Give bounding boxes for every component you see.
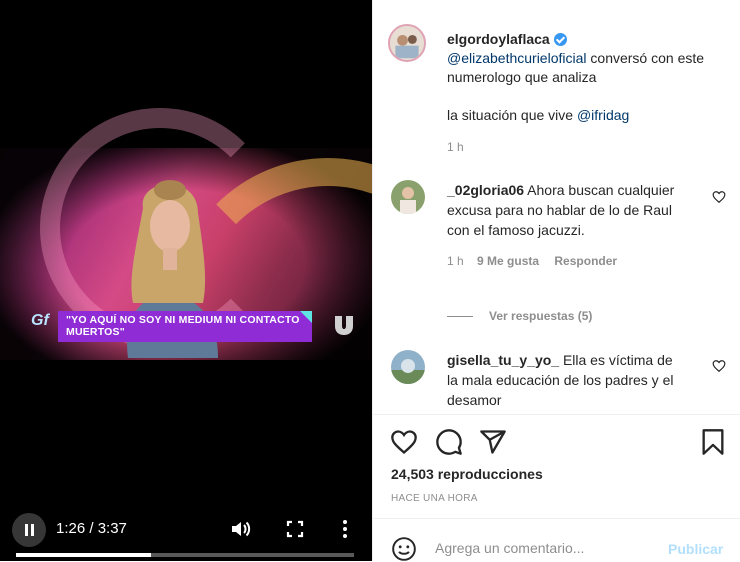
univision-logo <box>335 316 353 335</box>
replies-divider <box>447 316 473 318</box>
caption-banner: "YO AQUÍ NO SOY NI MEDIUM NI CONTACTO MU… <box>58 311 312 342</box>
caption-mention[interactable]: @elizabethcurieloficial <box>447 50 587 66</box>
time-display: 1:26 / 3:37 <box>56 520 127 537</box>
video-controls: 1:26 / 3:37 <box>0 505 372 561</box>
video-player[interactable]: Gf "YO AQUÍ NO SOY NI MEDIUM NI CONTACTO… <box>0 0 372 561</box>
progress-bar-fill <box>16 553 152 557</box>
avatar[interactable] <box>391 350 425 384</box>
caption-mention-2[interactable]: @ifridag <box>577 107 629 123</box>
post-timestamp[interactable]: HACE UNA HORA <box>391 493 478 504</box>
comment-icon[interactable] <box>435 428 463 456</box>
comment-text: gisella_tu_y_yo_ Ella es víctima de la m… <box>447 350 681 410</box>
more-icon[interactable] <box>333 517 357 541</box>
avatar[interactable] <box>388 24 426 62</box>
post-username[interactable]: elgordoylaflaca <box>447 31 550 47</box>
post-caption: elgordoylaflaca @elizabethcurieloficial … <box>447 30 717 157</box>
view-count[interactable]: 24,503 reproducciones <box>391 466 543 482</box>
progress-bar[interactable] <box>16 553 354 557</box>
pause-icon[interactable] <box>12 513 46 547</box>
post-button[interactable]: Publicar <box>668 541 723 557</box>
gf-logo: Gf <box>31 312 49 329</box>
heart-icon[interactable] <box>712 359 726 373</box>
avatar[interactable] <box>391 180 425 214</box>
banner-accent <box>300 311 312 323</box>
divider <box>373 518 740 519</box>
reply-button[interactable]: Responder <box>554 254 617 268</box>
instagram-post-modal: Gf "YO AQUÍ NO SOY NI MEDIUM NI CONTACTO… <box>0 0 740 561</box>
comment-meta: 1 h 9 Me gusta Responder <box>447 251 681 271</box>
comment-input[interactable] <box>435 540 655 556</box>
fullscreen-icon[interactable] <box>283 517 307 541</box>
emoji-icon[interactable] <box>391 536 417 562</box>
heart-icon[interactable] <box>712 190 726 204</box>
caption-banner-text: "YO AQUÍ NO SOY NI MEDIUM NI CONTACTO MU… <box>66 314 300 338</box>
bookmark-icon[interactable] <box>699 428 727 456</box>
comment-text: _02gloria06 Ahora buscan cualquier excus… <box>447 180 681 271</box>
divider <box>373 414 740 415</box>
share-icon[interactable] <box>479 428 507 456</box>
view-replies-label: Ver respuestas (5) <box>489 309 593 323</box>
heart-icon[interactable] <box>390 428 418 456</box>
post-panel: elgordoylaflaca @elizabethcurieloficial … <box>372 0 740 561</box>
comment-username[interactable]: _02gloria06 <box>447 182 524 198</box>
view-replies-button[interactable]: Ver respuestas (5) <box>447 309 592 323</box>
post-time[interactable]: 1 h <box>447 138 717 157</box>
verified-badge-icon <box>553 33 567 46</box>
comment-time[interactable]: 1 h <box>447 254 464 268</box>
comment-likes[interactable]: 9 Me gusta <box>477 254 539 268</box>
caption-text-2: la situación que vive <box>447 107 577 123</box>
volume-icon[interactable] <box>229 517 253 541</box>
comment-username[interactable]: gisella_tu_y_yo_ <box>447 352 559 368</box>
